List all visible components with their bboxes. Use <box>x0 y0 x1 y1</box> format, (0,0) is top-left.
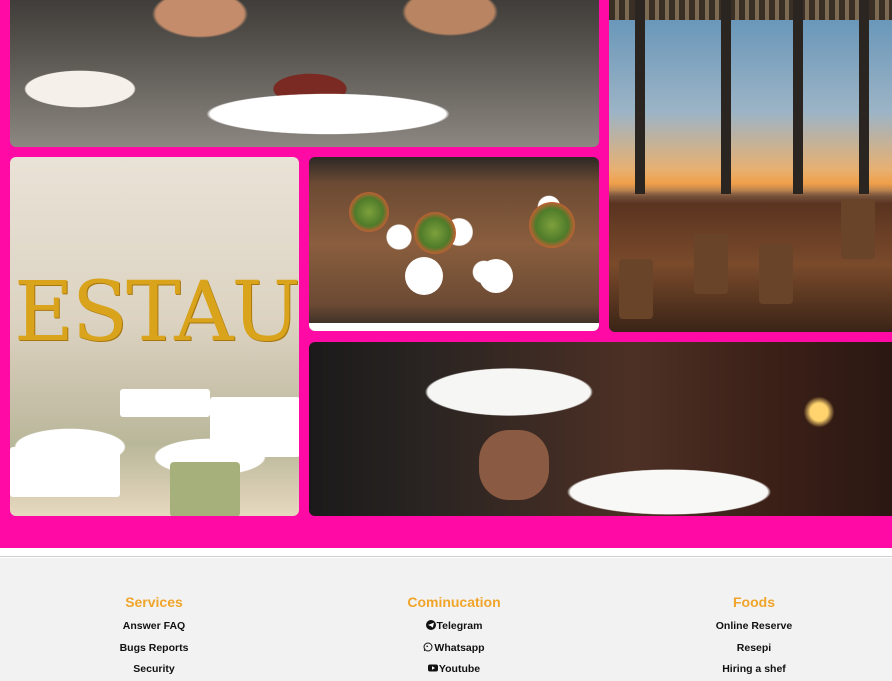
footer-heading-foods: Foods <box>733 594 775 610</box>
footer-link-label: Whatsapp <box>434 641 485 654</box>
table <box>210 397 299 457</box>
plate <box>405 257 443 295</box>
footer-link-label: Youtube <box>438 663 481 675</box>
whatsapp-icon <box>423 642 433 651</box>
watermark-strip <box>309 323 599 331</box>
footer-link-resepi[interactable]: Resepi <box>654 638 854 660</box>
footer-link-security[interactable]: Security <box>54 659 254 681</box>
footer-divider <box>0 556 892 557</box>
table <box>10 447 120 497</box>
awning <box>609 0 892 20</box>
footer-heading-communication: Cominucation <box>407 594 501 610</box>
gallery-image-sunset-restaurant[interactable] <box>609 0 892 332</box>
gallery-image-restaurant-sign[interactable]: ESTAUR <box>10 157 299 516</box>
dish <box>414 212 456 254</box>
footer-link-label: Telegram <box>436 620 483 632</box>
window-pillar <box>721 0 731 194</box>
chair <box>694 234 728 294</box>
gallery-image-plated-food[interactable] <box>10 0 599 147</box>
chair <box>619 259 653 319</box>
chair <box>170 462 240 516</box>
footer-link-telegram[interactable]: Telegram <box>354 616 554 638</box>
footer-link-answer-faq[interactable]: Answer FAQ <box>54 616 254 638</box>
youtube-icon <box>427 664 438 672</box>
footer-column-services: Services Answer FAQ Bugs Reports Securit… <box>54 594 254 681</box>
window-pillar <box>635 0 645 194</box>
gallery-image-shared-table[interactable] <box>309 157 599 331</box>
image-gallery: ESTAUR <box>0 0 892 548</box>
footer-heading-services: Services <box>125 594 183 610</box>
chair <box>841 199 875 259</box>
site-footer: Services Answer FAQ Bugs Reports Securit… <box>0 558 892 681</box>
footer-link-hiring-shef[interactable]: Hiring a shef <box>654 659 854 681</box>
footer-link-youtube[interactable]: Youtube <box>354 659 554 681</box>
dish <box>529 202 575 248</box>
footer-link-online-reserve[interactable]: Online Reserve <box>654 616 854 638</box>
table <box>120 389 210 417</box>
plate <box>479 259 513 293</box>
footer-column-communication: Cominucation Telegram Whatsapp Youtube <box>354 594 554 681</box>
restaurant-sign: ESTAUR <box>14 265 299 360</box>
footer-link-bugs-reports[interactable]: Bugs Reports <box>54 638 254 660</box>
gallery-image-waiter[interactable] <box>309 342 892 516</box>
hand <box>479 430 549 500</box>
window-pillar <box>793 0 803 194</box>
window-pillar <box>859 0 869 194</box>
dish <box>349 192 389 232</box>
footer-link-whatsapp[interactable]: Whatsapp <box>354 638 554 660</box>
telegram-icon <box>425 620 436 630</box>
chair <box>759 244 793 304</box>
footer-column-foods: Foods Online Reserve Resepi Hiring a she… <box>654 594 854 681</box>
